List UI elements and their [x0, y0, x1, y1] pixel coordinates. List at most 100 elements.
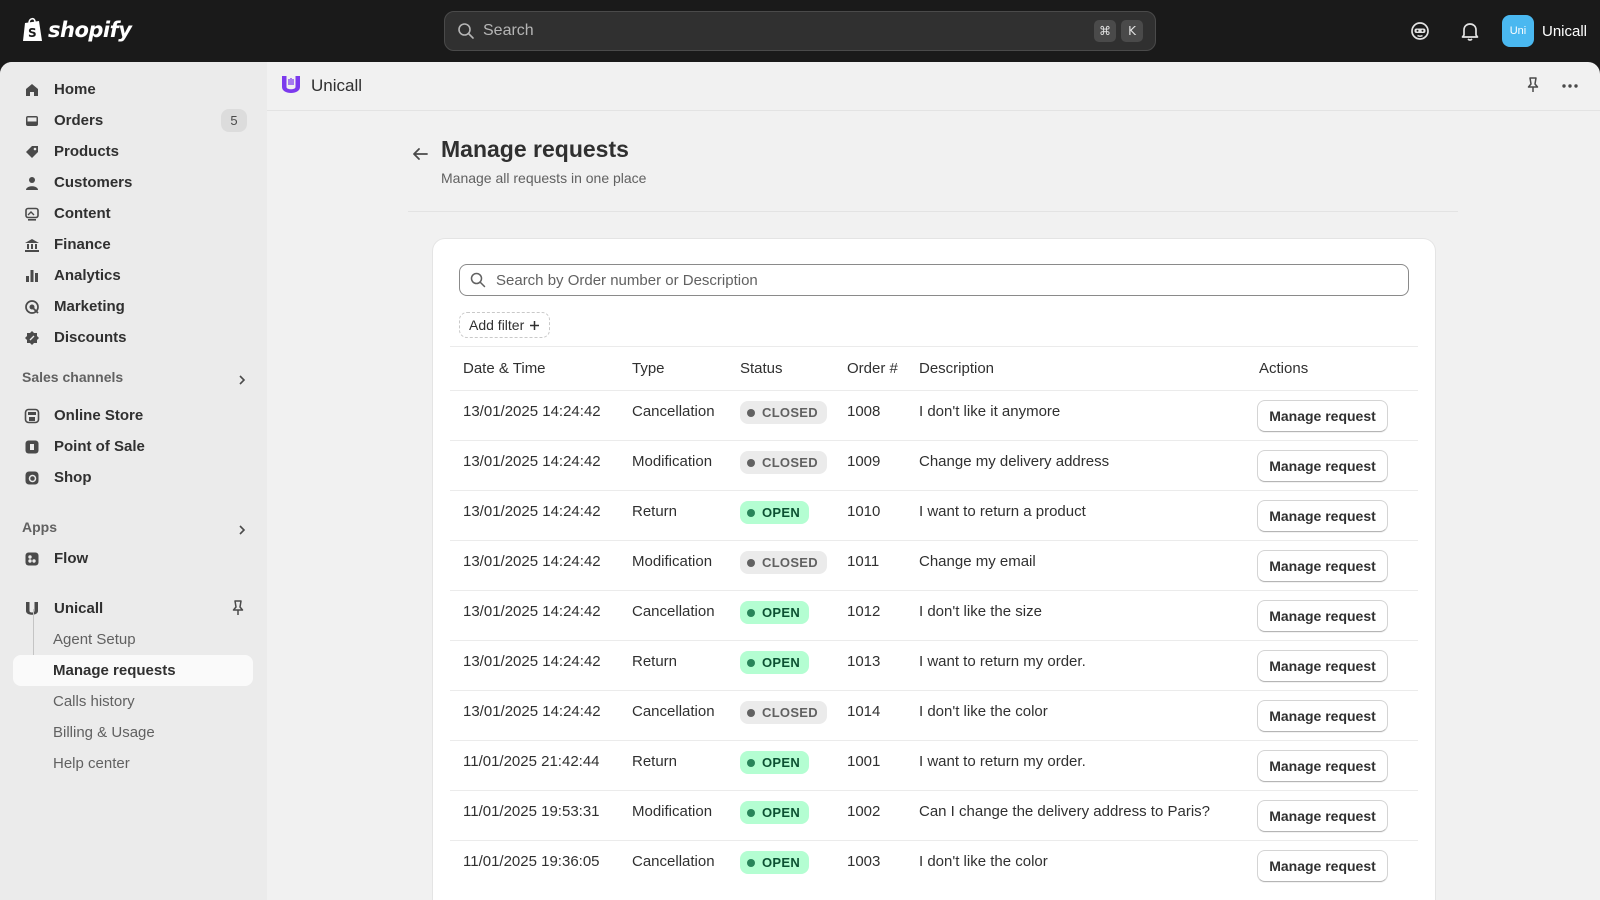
cell-description: I don't like the color	[919, 703, 1048, 720]
cell-order-number: 1014	[847, 703, 881, 720]
cell-datetime: 13/01/2025 14:24:42	[463, 403, 601, 420]
manage-request-button[interactable]: Manage request	[1257, 550, 1388, 582]
status-dot-icon	[747, 558, 755, 567]
page-title: Manage requests	[441, 136, 629, 162]
sales-channels-header[interactable]: Sales channels	[22, 369, 123, 385]
brand-name: shopify	[48, 17, 132, 42]
cell-description: I don't like the size	[919, 603, 1042, 620]
table-row: 11/01/2025 19:53:31 Modification OPEN 1002 C…	[450, 790, 1418, 840]
sidebar-item-marketing[interactable]: Marketing	[13, 291, 253, 322]
orders-icon	[23, 112, 41, 130]
status-badge-label: CLOSED	[762, 405, 818, 420]
add-filter-button[interactable]: Add filter	[459, 312, 551, 338]
cell-order-number: 1008	[847, 403, 881, 420]
cell-type: Cancellation	[632, 853, 715, 870]
status-badge-label: OPEN	[762, 605, 801, 620]
search-icon	[470, 272, 486, 288]
sidebar-item-customers[interactable]: Customers	[13, 167, 253, 198]
cell-type: Return	[632, 503, 678, 520]
sidebar-item-label: Finance	[54, 236, 111, 253]
manage-request-button[interactable]: Manage request	[1257, 750, 1388, 782]
sidebar-item-analytics[interactable]: Analytics	[13, 260, 253, 291]
sidebar-item-flow[interactable]: Flow	[13, 543, 253, 574]
sidebar-item-label: Home	[54, 81, 96, 98]
manage-request-button[interactable]: Manage request	[1257, 850, 1388, 882]
request-search-input[interactable]	[496, 271, 1376, 289]
sidebar-item-shop[interactable]: Shop	[13, 462, 253, 493]
shortcut-key-k: K	[1121, 20, 1143, 42]
svg-text:S: S	[28, 26, 37, 40]
sidebar-item-point-of-sale[interactable]: Point of Sale	[13, 431, 253, 462]
cell-order-number: 1002	[847, 803, 881, 820]
sidebar-subitem-help-center[interactable]: Help center	[13, 748, 253, 779]
chevron-right-icon[interactable]	[236, 524, 248, 536]
sidebar-item-content[interactable]: Content	[13, 198, 253, 229]
manage-request-button[interactable]: Manage request	[1257, 400, 1388, 432]
request-search-field[interactable]	[459, 264, 1409, 296]
app-title: Unicall	[311, 76, 363, 95]
bell-icon[interactable]	[1459, 20, 1481, 42]
content-icon	[23, 205, 41, 223]
sidebar-item-label: Point of Sale	[54, 438, 145, 455]
status-badge: CLOSED	[740, 451, 827, 474]
cell-type: Return	[632, 653, 678, 670]
cell-datetime: 13/01/2025 14:24:42	[463, 653, 601, 670]
sidebar-item-orders[interactable]: Orders 5	[13, 105, 253, 136]
manage-request-button[interactable]: Manage request	[1257, 450, 1388, 482]
manage-request-button[interactable]: Manage request	[1257, 600, 1388, 632]
column-header-description: Description	[919, 360, 995, 377]
search-placeholder: Search	[483, 22, 534, 39]
cell-datetime: 13/01/2025 14:24:42	[463, 503, 601, 520]
manage-request-button[interactable]: Manage request	[1257, 700, 1388, 732]
requests-card: Add filter Date & Time Type Status Order…	[433, 239, 1435, 900]
manage-request-button[interactable]: Manage request	[1257, 800, 1388, 832]
cell-datetime: 13/01/2025 14:24:42	[463, 453, 601, 470]
global-search-input[interactable]: Search ⌘ K	[444, 11, 1156, 51]
sidebar-subitem-agent-setup[interactable]: Agent Setup	[13, 624, 253, 655]
sidebar-subitem-billing-usage[interactable]: Billing & Usage	[13, 717, 253, 748]
cell-datetime: 11/01/2025 19:36:05	[463, 853, 600, 870]
unicall-logo-icon	[282, 76, 300, 93]
cell-order-number: 1013	[847, 653, 881, 670]
more-options-icon[interactable]	[1561, 77, 1579, 95]
apps-header[interactable]: Apps	[22, 519, 57, 535]
chevron-right-icon[interactable]	[236, 374, 248, 386]
back-arrow-icon[interactable]	[410, 144, 430, 164]
add-filter-label: Add filter	[469, 317, 525, 333]
shopify-logo[interactable]: S shopify	[22, 16, 132, 43]
sidebar-item-products[interactable]: Products	[13, 136, 253, 167]
store-avatar: Uni	[1502, 15, 1534, 47]
manage-request-button[interactable]: Manage request	[1257, 500, 1388, 532]
sidebar-item-online-store[interactable]: Online Store	[13, 400, 253, 431]
status-dot-icon	[747, 708, 755, 717]
sidebar-item-label: Content	[54, 205, 111, 222]
sidebar-item-unicall[interactable]: Unicall	[13, 593, 253, 624]
pin-icon[interactable]	[1524, 76, 1542, 94]
sidekick-icon[interactable]	[1409, 20, 1431, 42]
table-top-border	[450, 346, 1418, 347]
column-header-date: Date & Time	[463, 360, 546, 377]
top-bar: S shopify Search ⌘ K Uni Unicall	[0, 0, 1600, 62]
sidebar-item-label: Analytics	[54, 267, 121, 284]
status-badge: CLOSED	[740, 551, 827, 574]
sidebar-item-home[interactable]: Home	[13, 74, 253, 105]
cell-type: Cancellation	[632, 703, 715, 720]
cell-datetime: 11/01/2025 19:53:31	[463, 803, 600, 820]
cell-description: I don't like it anymore	[919, 403, 1061, 420]
manage-request-button[interactable]: Manage request	[1257, 650, 1388, 682]
store-menu-button[interactable]: Uni Unicall	[1502, 15, 1587, 47]
pin-icon[interactable]	[229, 599, 247, 617]
status-dot-icon	[747, 658, 755, 667]
table-row: 11/01/2025 19:36:05 Cancellation OPEN 1003 I…	[450, 840, 1418, 890]
cell-type: Modification	[632, 803, 713, 820]
sidebar-item-finance[interactable]: Finance	[13, 229, 253, 260]
cell-description: I want to return my order.	[919, 753, 1086, 770]
sidebar-subitem-calls-history[interactable]: Calls history	[13, 686, 253, 717]
sidebar-item-label: Customers	[54, 174, 133, 191]
status-dot-icon	[747, 508, 755, 517]
sidebar-item-discounts[interactable]: Discounts	[13, 322, 253, 353]
status-badge-label: OPEN	[762, 505, 801, 520]
status-badge-label: OPEN	[762, 755, 801, 770]
sidebar-subitem-manage-requests[interactable]: Manage requests	[13, 655, 253, 686]
sidebar-item-label: Orders	[54, 112, 104, 129]
